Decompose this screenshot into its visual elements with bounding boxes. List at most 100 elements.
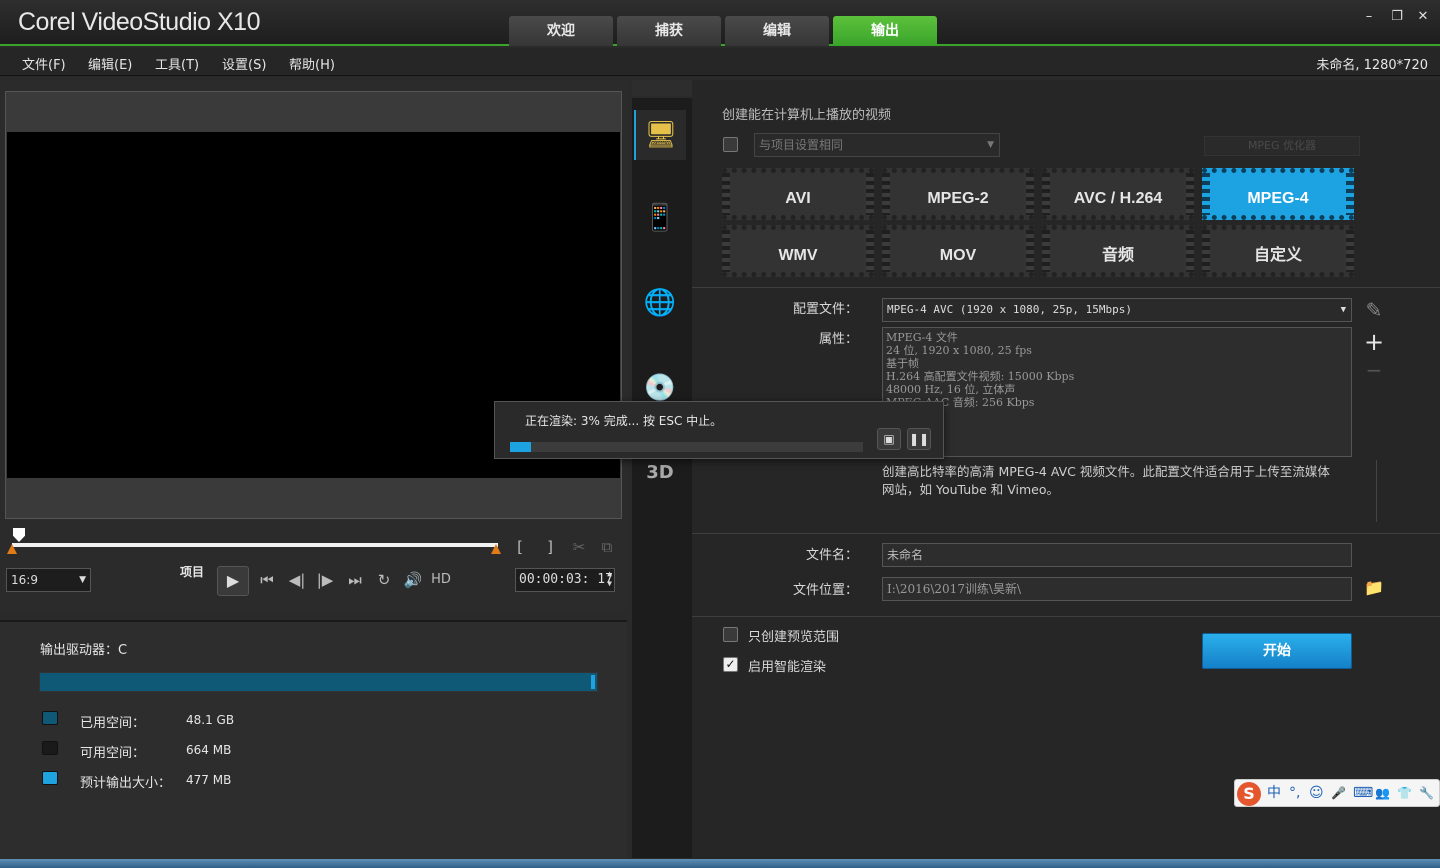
ime-user-icon[interactable]: 👥 <box>1375 784 1390 802</box>
project-mode-label[interactable]: 项目 <box>180 563 204 580</box>
mobile-device-icon[interactable]: 📱 <box>634 193 686 243</box>
ime-chinese-mode[interactable]: 中 <box>1267 784 1281 802</box>
pause-button[interactable]: ❚❚ <box>907 428 931 450</box>
location-label: 文件位置： <box>792 583 858 598</box>
used-space-label: 已用空间： <box>80 716 146 731</box>
maximize-button[interactable]: ❐ <box>1388 8 1406 26</box>
copy-icon[interactable]: ⧉ <box>597 537 617 557</box>
format-avi-button[interactable]: AVI <box>722 168 874 220</box>
render-progress-fill <box>510 442 532 452</box>
tab-edit[interactable]: 编辑 <box>725 16 829 46</box>
same-as-project-select[interactable]: 与项目设置相同 ▼ <box>754 133 1000 157</box>
profile-label: 配置文件： <box>792 302 858 317</box>
preview-range-label: 只创建预览范围 <box>748 630 840 645</box>
scrubber-handle[interactable] <box>13 528 25 542</box>
timecode-field[interactable]: 00:00:03: 17 ▲ ▼ <box>515 568 615 592</box>
drive-info-panel: 输出驱动器：C 已用空间： 48.1 GB 可用空间： 664 MB 预计输出大… <box>0 620 627 868</box>
ime-emoji-icon[interactable]: ☺ <box>1309 784 1324 802</box>
format-mpeg2-button[interactable]: MPEG-2 <box>882 168 1034 220</box>
aspect-ratio-value: 16:9 <box>11 573 38 587</box>
filename-input[interactable]: 未命名 <box>882 543 1352 567</box>
preview-range-checkbox[interactable] <box>723 627 738 642</box>
folder-icon[interactable]: 📁 <box>1362 578 1386 597</box>
hd-toggle[interactable]: HD <box>428 570 454 590</box>
menu-edit[interactable]: 编辑(E) <box>88 54 132 73</box>
menu-help[interactable]: 帮助(H) <box>289 54 335 73</box>
menu-settings[interactable]: 设置(S) <box>222 54 266 73</box>
ime-toolbar: S 中 °, ☺ 🎤 ⌨ 👥 👕 🔧 <box>1234 779 1440 807</box>
next-frame-icon[interactable]: |▶ <box>314 570 336 590</box>
render-progress-bar <box>510 442 863 452</box>
output-category-strip: 🖥 📱 🌐 💿 3D <box>632 98 692 858</box>
divider <box>692 287 1440 288</box>
computer-icon[interactable]: 🖥 <box>634 110 686 160</box>
format-wmv-button[interactable]: WMV <box>722 225 874 277</box>
render-progress-dialog: 正在渲染: 3% 完成... 按 ESC 中止。 ▣ ❚❚ <box>494 401 944 459</box>
profile-select[interactable]: MPEG-4 AVC (1920 x 1080, 25p, 15Mbps) ▼ <box>882 298 1352 322</box>
mpeg-optimizer-button[interactable]: MPEG 优化器 <box>1204 136 1360 156</box>
app-logo: Corel VideoStudio X10 <box>18 8 261 36</box>
profile-description: 创建高比特率的高清 MPEG-4 AVC 视频文件。此配置文件适合用于上传至流媒… <box>882 464 1330 497</box>
preview-toggle-button[interactable]: ▣ <box>877 428 901 450</box>
menu-bar: 文件(F) 编辑(E) 工具(T) 设置(S) 帮助(H) 未命名, 1280*… <box>0 48 1440 76</box>
free-space-value: 664 MB <box>186 743 232 757</box>
repeat-icon[interactable]: ↻ <box>373 570 395 590</box>
web-icon[interactable]: 🌐 <box>634 278 686 328</box>
aspect-ratio-select[interactable]: 16:9 ▼ <box>6 568 91 592</box>
ime-tools-icon[interactable]: 🔧 <box>1419 784 1434 802</box>
estimated-size-swatch <box>42 771 58 785</box>
start-button[interactable]: 开始 <box>1202 633 1352 669</box>
output-heading: 创建能在计算机上播放的视频 <box>722 108 892 123</box>
menu-file[interactable]: 文件(F) <box>22 54 66 73</box>
project-info: 未命名, 1280*720 <box>1316 58 1428 73</box>
format-custom-button[interactable]: 自定义 <box>1202 225 1354 277</box>
estimated-output-fill <box>591 675 595 689</box>
title-bar: Corel VideoStudio X10 欢迎 捕获 编辑 输出 – ❐ ✕ <box>0 0 1440 46</box>
smart-render-checkbox[interactable]: ✓ <box>723 657 738 672</box>
same-as-project-checkbox[interactable] <box>723 137 738 152</box>
location-input[interactable]: I:\2016\2017训练\昊新\ <box>882 577 1352 601</box>
property-line: MPEG-4 文件 <box>886 331 958 344</box>
divider <box>692 533 1440 534</box>
properties-box: MPEG-4 文件 24 位, 1920 x 1080, 25 fps 基于帧 … <box>882 327 1352 457</box>
play-button[interactable]: ▶ <box>217 566 249 596</box>
volume-icon[interactable]: 🔊 <box>401 570 425 590</box>
tab-capture[interactable]: 捕获 <box>617 16 721 46</box>
remove-profile-icon[interactable]: − <box>1364 358 1384 382</box>
free-space-swatch <box>42 741 58 755</box>
format-avc-button[interactable]: AVC / H.264 <box>1042 168 1194 220</box>
format-mpeg4-button[interactable]: MPEG-4 <box>1202 168 1354 220</box>
scroll-divider <box>1376 460 1377 522</box>
scrub-bar[interactable] <box>12 543 498 547</box>
used-space-value: 48.1 GB <box>186 713 235 727</box>
filename-label: 文件名： <box>805 548 858 563</box>
timecode-stepper-icon[interactable]: ▲ ▼ <box>607 569 612 589</box>
format-mov-button[interactable]: MOV <box>882 225 1034 277</box>
go-to-start-icon[interactable]: ⏮ <box>256 570 278 590</box>
property-line: 24 位, 1920 x 1080, 25 fps <box>886 344 1032 357</box>
render-status-text: 正在渲染: 3% 完成... 按 ESC 中止。 <box>525 414 723 428</box>
edit-profile-icon[interactable]: ✎ <box>1364 298 1384 322</box>
estimated-size-value: 477 MB <box>186 773 232 787</box>
add-profile-icon[interactable]: + <box>1364 328 1384 356</box>
minimize-button[interactable]: – <box>1360 8 1378 26</box>
close-button[interactable]: ✕ <box>1414 8 1432 26</box>
ime-voice-icon[interactable]: 🎤 <box>1331 784 1346 802</box>
mark-in-icon[interactable]: [ <box>512 537 528 557</box>
property-line: 48000 Hz, 16 位, 立体声 <box>886 383 1016 396</box>
ime-keyboard-icon[interactable]: ⌨ <box>1353 784 1373 802</box>
estimated-size-label: 预计输出大小： <box>80 776 172 791</box>
sogou-logo-icon[interactable]: S <box>1237 782 1261 806</box>
format-audio-button[interactable]: 音频 <box>1042 225 1194 277</box>
mark-out-icon[interactable]: ] <box>542 537 558 557</box>
smart-render-label: 启用智能渲染 <box>748 660 827 675</box>
tab-welcome[interactable]: 欢迎 <box>509 16 613 46</box>
menu-tools[interactable]: 工具(T) <box>155 54 199 73</box>
go-to-end-icon[interactable]: ⏭ <box>344 570 366 590</box>
tab-share[interactable]: 输出 <box>833 16 937 46</box>
chevron-down-icon: ▼ <box>1340 305 1346 315</box>
previous-frame-icon[interactable]: ◀| <box>286 570 308 590</box>
ime-punctuation-icon[interactable]: °, <box>1289 784 1300 802</box>
cut-icon[interactable]: ✂ <box>569 537 589 557</box>
ime-skin-icon[interactable]: 👕 <box>1397 784 1412 802</box>
